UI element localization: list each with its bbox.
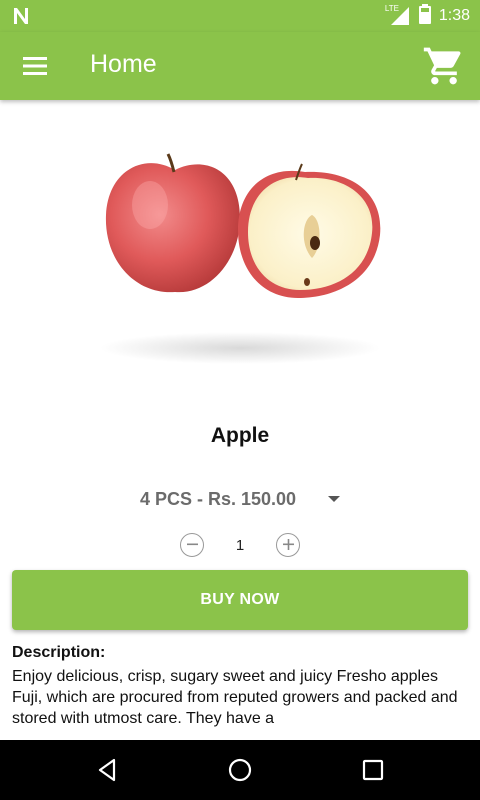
status-bar: LTE 1:38	[0, 0, 480, 32]
navigation-bar	[0, 740, 480, 800]
status-time: 1:38	[438, 7, 470, 24]
cart-icon	[423, 47, 461, 85]
variant-label: 4 PCS - Rs. 150.00	[139, 488, 297, 509]
app-bar: Home	[0, 32, 480, 100]
product-name: Apple	[210, 424, 270, 447]
recents-icon	[363, 759, 384, 781]
description-heading: Description:	[12, 644, 106, 661]
description-section: Description: Enjoy delicious, crisp, sug…	[12, 644, 468, 740]
description-text: Enjoy delicious, crisp, sugary sweet and…	[12, 668, 458, 727]
buy-now-button[interactable]: BUY NOW	[12, 570, 468, 630]
variant-dropdown[interactable]: 4 PCS - Rs. 150.00	[110, 484, 370, 514]
menu-icon	[23, 57, 47, 75]
menu-button[interactable]	[18, 52, 52, 80]
dropdown-arrow-icon	[328, 496, 341, 502]
signal-icon: LTE	[385, 4, 411, 26]
back-button[interactable]	[87, 750, 127, 790]
plus-icon[interactable]	[276, 533, 300, 557]
battery-icon	[418, 3, 431, 29]
quantity-stepper: 1	[180, 530, 300, 560]
status-icons: LTE 1:38	[385, 3, 470, 29]
home-icon	[228, 758, 252, 782]
minus-icon[interactable]	[180, 533, 204, 557]
home-button[interactable]	[220, 750, 260, 790]
n-notification-icon	[12, 6, 30, 31]
quantity-value: 1	[235, 536, 245, 554]
page-title: Home	[90, 50, 157, 78]
product-image	[90, 120, 390, 390]
cart-button[interactable]	[422, 44, 466, 88]
recents-button[interactable]	[353, 750, 393, 790]
back-icon	[98, 758, 115, 782]
